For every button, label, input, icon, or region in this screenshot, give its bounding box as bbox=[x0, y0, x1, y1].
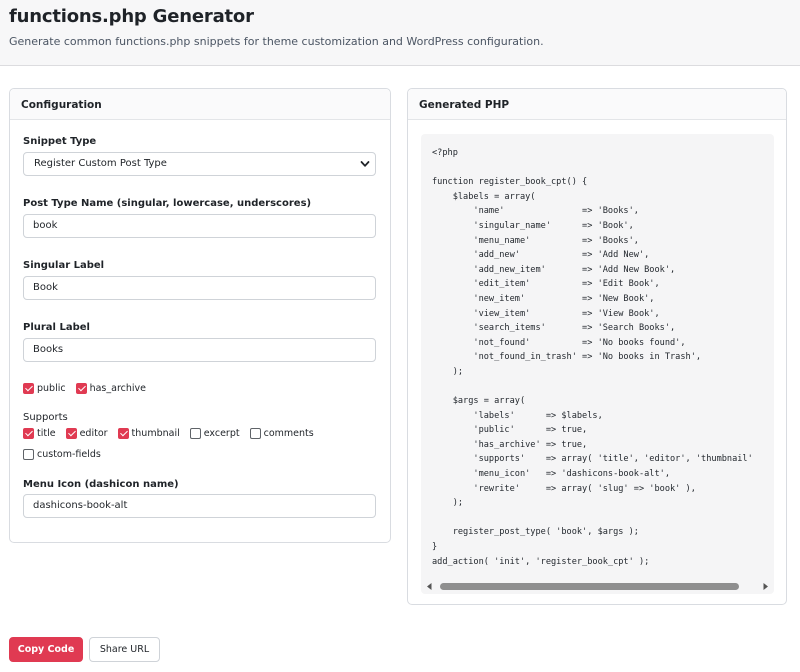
scroll-right-icon[interactable] bbox=[761, 582, 770, 591]
checkbox-checked-icon bbox=[23, 428, 34, 439]
page-subtitle: Generate common functions.php snippets f… bbox=[9, 35, 544, 48]
flags-row: public has_archive bbox=[23, 383, 156, 394]
menu-icon-label: Menu Icon (dashicon name) bbox=[23, 479, 179, 490]
supports-label: Supports bbox=[23, 412, 68, 423]
has-archive-checkbox[interactable]: has_archive bbox=[75, 383, 147, 394]
snippet-type-label: Snippet Type bbox=[23, 136, 97, 147]
generated-php-heading: Generated PHP bbox=[408, 89, 786, 120]
generated-php-panel: Generated PHP <?php function register_bo… bbox=[407, 88, 787, 605]
supports-custom-fields-checkbox[interactable]: custom-fields bbox=[23, 449, 101, 460]
supports-editor-checkbox[interactable]: editor bbox=[65, 428, 108, 439]
checkbox-checked-icon bbox=[117, 428, 129, 439]
snippet-type-select[interactable]: Register Custom Post Type bbox=[23, 152, 376, 176]
code-block[interactable]: <?php function register_book_cpt() { $la… bbox=[421, 134, 774, 594]
public-checkbox-label: public bbox=[37, 383, 66, 394]
configuration-heading: Configuration bbox=[10, 89, 390, 120]
supports-thumbnail-checkbox[interactable]: thumbnail bbox=[117, 428, 180, 439]
supports-row-2: custom-fields bbox=[23, 449, 111, 460]
supports-title-label: title bbox=[37, 428, 56, 439]
supports-title-checkbox[interactable]: title bbox=[23, 428, 56, 439]
checkbox-checked-icon bbox=[75, 383, 87, 394]
plural-label-label: Plural Label bbox=[23, 322, 90, 333]
supports-row: title editor thumbnail excerpt comments bbox=[23, 428, 324, 439]
supports-comments-label: comments bbox=[263, 428, 314, 439]
supports-editor-label: editor bbox=[79, 428, 108, 439]
checkbox-checked-icon bbox=[65, 428, 77, 439]
scroll-left-icon[interactable] bbox=[425, 582, 434, 591]
supports-comments-checkbox[interactable]: comments bbox=[249, 428, 314, 439]
supports-excerpt-label: excerpt bbox=[203, 428, 240, 439]
plural-label-input[interactable]: Books bbox=[23, 338, 376, 362]
copy-code-button[interactable]: Copy Code bbox=[9, 637, 83, 662]
horizontal-scrollbar[interactable] bbox=[421, 578, 774, 594]
post-type-name-input[interactable]: book bbox=[23, 214, 376, 238]
checkbox-checked-icon bbox=[23, 383, 34, 394]
supports-thumbnail-label: thumbnail bbox=[131, 428, 180, 439]
code-text: <?php function register_book_cpt() { $la… bbox=[432, 148, 753, 567]
post-type-name-label: Post Type Name (singular, lowercase, und… bbox=[23, 198, 312, 209]
menu-icon-input[interactable]: dashicons-book-alt bbox=[23, 494, 376, 518]
singular-label-input[interactable]: Book bbox=[23, 276, 376, 300]
checkbox-unchecked-icon bbox=[189, 428, 201, 439]
public-checkbox[interactable]: public bbox=[23, 383, 66, 394]
supports-excerpt-checkbox[interactable]: excerpt bbox=[189, 428, 240, 439]
configuration-panel: Configuration Snippet Type Register Cust… bbox=[9, 88, 391, 543]
scrollbar-thumb[interactable] bbox=[440, 583, 739, 590]
page-header: functions.php Generator Generate common … bbox=[0, 0, 800, 66]
supports-custom-fields-label: custom-fields bbox=[37, 449, 101, 460]
page-title: functions.php Generator bbox=[9, 6, 254, 27]
share-url-button[interactable]: Share URL bbox=[89, 637, 160, 662]
checkbox-unchecked-icon bbox=[23, 449, 34, 460]
singular-label-label: Singular Label bbox=[23, 260, 105, 271]
snippet-type-value: Register Custom Post Type bbox=[34, 158, 167, 169]
checkbox-unchecked-icon bbox=[249, 428, 261, 439]
chevron-down-icon bbox=[360, 161, 370, 167]
has-archive-checkbox-label: has_archive bbox=[89, 383, 147, 394]
